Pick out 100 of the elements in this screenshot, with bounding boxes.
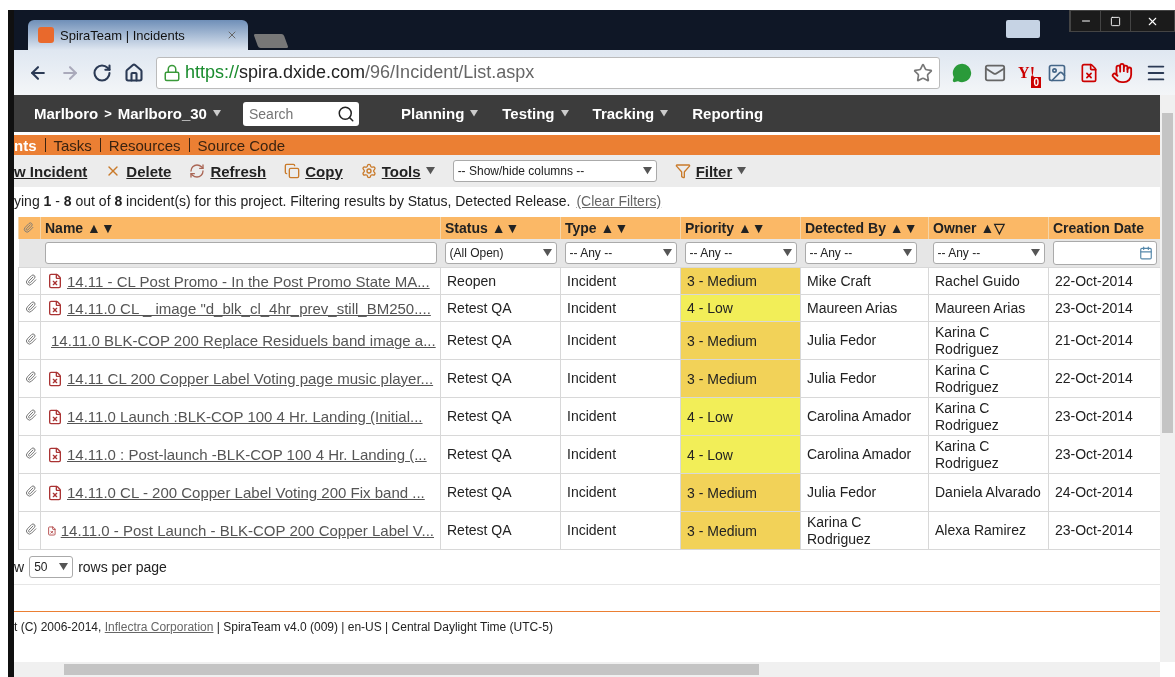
- incident-icon: [47, 484, 63, 501]
- count-badge: 0: [1031, 76, 1041, 88]
- table-cell: Retest QA: [440, 359, 561, 398]
- nav-menu[interactable]: Reporting: [680, 105, 776, 122]
- table-cell: Carolina Amador: [800, 397, 929, 436]
- table-cell: Incident: [560, 294, 681, 322]
- attachment-icon: [25, 333, 37, 345]
- column-header[interactable]: Owner ▲▽: [928, 217, 1049, 239]
- date-filter-field[interactable]: [1052, 241, 1157, 265]
- table-cell: Daniela Alvarado: [928, 473, 1049, 512]
- attachment-icon: [25, 523, 37, 535]
- table-cell: Retest QA: [440, 473, 561, 512]
- close-button[interactable]: [1130, 11, 1174, 31]
- filter-select[interactable]: (All Open): [444, 242, 557, 264]
- nav-menu[interactable]: Planning: [388, 105, 491, 122]
- column-header[interactable]: Creation Date: [1048, 217, 1160, 239]
- caret-icon[interactable]: [542, 249, 552, 257]
- toolbar-button[interactable]: Tools: [360, 162, 435, 180]
- version-text: | SpiraTeam v4.0 (009) | en-US | Central Daylight Time (UTC-5): [216, 620, 553, 634]
- browser-tab[interactable]: SpiraTeam | Incidents: [28, 20, 248, 50]
- table-cell: Reopen: [440, 267, 561, 295]
- section-tab[interactable]: Tasks: [53, 136, 92, 154]
- caret-icon[interactable]: [1030, 249, 1040, 257]
- table-cell: Incident: [560, 359, 681, 398]
- refresh-icon: [189, 163, 206, 179]
- calendar-icon[interactable]: [1138, 246, 1153, 260]
- caret-icon[interactable]: [59, 563, 69, 571]
- toolbar-button[interactable]: w Incident: [14, 162, 88, 180]
- caret-icon[interactable]: [212, 110, 221, 117]
- attachment-icon: [25, 273, 37, 286]
- caret-icon[interactable]: [782, 249, 792, 257]
- project-link[interactable]: Marlboro_30: [117, 105, 207, 122]
- image-icon[interactable]: [1047, 62, 1067, 83]
- minimize-button[interactable]: [1070, 11, 1100, 31]
- filter-select[interactable]: -- Any --: [804, 242, 917, 264]
- column-header[interactable]: Priority ▲▼: [680, 217, 801, 239]
- caret-icon[interactable]: [425, 167, 435, 175]
- filter-button[interactable]: Filter: [674, 162, 747, 180]
- table-cell: Retest QA: [440, 294, 561, 322]
- project-link[interactable]: Marlboro: [34, 105, 99, 122]
- reload-icon[interactable]: [92, 62, 112, 83]
- toolbar-button[interactable]: Refresh: [189, 162, 267, 180]
- address-bar[interactable]: https://spira.dxide.com/96/Incident/List.aspx: [156, 56, 941, 89]
- priority-cell: 3 - Medium: [680, 473, 801, 512]
- priority-cell: 3 - Medium: [680, 267, 801, 295]
- table-cell: Retest QA: [440, 397, 561, 436]
- priority-cell: 4 - Low: [680, 435, 801, 474]
- toolbar-button[interactable]: Delete: [105, 162, 172, 180]
- new-tab-button[interactable]: [253, 34, 289, 48]
- chat-bubble-icon[interactable]: [952, 62, 973, 83]
- search-field[interactable]: Search: [242, 101, 333, 126]
- priority-cell: 3 - Medium: [680, 359, 801, 398]
- filter-select[interactable]: -- Any --: [564, 242, 677, 264]
- stop-icon[interactable]: [1111, 61, 1133, 84]
- vertical-scrollbar[interactable]: [1160, 95, 1175, 662]
- close-tab-icon[interactable]: [226, 29, 238, 41]
- table-cell: Maureen Arias: [800, 294, 929, 322]
- filter-select[interactable]: -- Any --: [684, 242, 797, 264]
- table-cell: Carolina Amador: [800, 435, 929, 474]
- toolbar-button[interactable]: Copy: [284, 162, 343, 180]
- columns-select[interactable]: -- Show/hide columns --: [452, 160, 657, 182]
- section-tab[interactable]: Source Code: [197, 136, 286, 154]
- horizontal-scrollbar[interactable]: [14, 662, 1160, 677]
- name-filter-field[interactable]: [44, 242, 437, 264]
- caret-icon[interactable]: [902, 249, 912, 257]
- table-cell: Karina C Rodriguez: [800, 511, 929, 550]
- priority-cell: 4 - Low: [680, 294, 801, 322]
- attachment-icon: [25, 485, 37, 497]
- nav-menu[interactable]: Testing: [490, 105, 581, 122]
- page-size-select[interactable]: 50: [29, 556, 74, 578]
- column-header[interactable]: Type ▲▼: [560, 217, 681, 239]
- favicon-icon: [38, 27, 54, 43]
- table-cell: Rachel Guido: [928, 267, 1049, 295]
- maximize-icon[interactable]: [1110, 15, 1121, 27]
- column-header[interactable]: Detected By ▲▼: [800, 217, 929, 239]
- incident-icon: [47, 273, 63, 289]
- nav-menu[interactable]: Tracking: [580, 105, 681, 122]
- table-cell: Julia Fedor: [800, 359, 929, 398]
- incident-icon: [47, 446, 63, 463]
- caret-icon[interactable]: [560, 110, 569, 117]
- caret-icon[interactable]: [660, 110, 669, 117]
- gear-icon: [360, 163, 377, 179]
- company-link[interactable]: Inflectra Corporation: [104, 620, 214, 634]
- caret-icon[interactable]: [642, 167, 652, 175]
- table-cell: Karina C Rodriguez: [928, 359, 1049, 398]
- caret-icon[interactable]: [470, 110, 479, 117]
- attachment-icon: [25, 300, 37, 313]
- home-icon[interactable]: [124, 62, 144, 83]
- star-icon[interactable]: [913, 62, 934, 83]
- caret-icon[interactable]: [737, 167, 747, 175]
- column-header[interactable]: Status ▲▼: [440, 217, 561, 239]
- clear-filters-link[interactable]: (Clear Filters): [576, 193, 662, 209]
- column-header[interactable]: Name ▲▼: [40, 217, 441, 239]
- maximize-button[interactable]: [1100, 11, 1130, 31]
- section-tab[interactable]: Resources: [108, 136, 181, 154]
- filter-select[interactable]: -- Any --: [932, 242, 1045, 264]
- copyright-text: t (C) 2006-2014,: [14, 620, 102, 634]
- table-cell: Incident: [560, 397, 681, 436]
- file-icon[interactable]: [1079, 62, 1099, 83]
- caret-icon[interactable]: [662, 249, 672, 257]
